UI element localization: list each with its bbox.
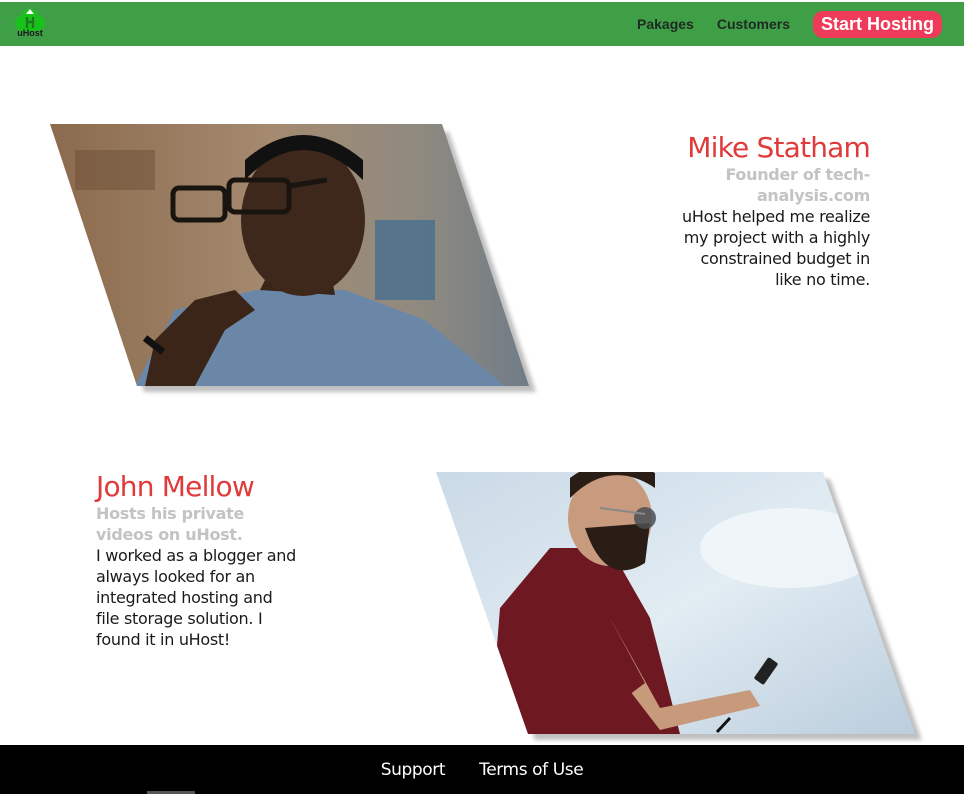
footer-link-terms[interactable]: Terms of Use: [479, 760, 584, 780]
customer-photo-john: [430, 468, 930, 743]
main-nav: Pakages Customers Start Hosting: [637, 2, 942, 46]
testimonial-role: Hosts his private videos on uHost.: [96, 504, 245, 544]
logo-text: uHost: [17, 28, 43, 38]
start-hosting-button[interactable]: Start Hosting: [812, 10, 942, 38]
testimonial-mike: Mike Statham Founder of tech-analysis.co…: [680, 131, 871, 290]
testimonial-name: Mike Statham: [687, 131, 871, 164]
testimonial-quote: uHost helped me realize my project with …: [682, 207, 870, 289]
customer-photo-mike: [45, 120, 545, 400]
testimonial-john: John Mellow Hosts his private videos on …: [96, 471, 296, 650]
main-footer: Support Terms of Use: [0, 745, 964, 794]
footer-link-support[interactable]: Support: [381, 760, 446, 780]
testimonial-role: Founder of tech-analysis.com: [725, 165, 870, 205]
nav-link-packages[interactable]: Pakages: [637, 16, 694, 32]
testimonial-quote: I worked as a blogger and always looked …: [96, 546, 296, 649]
main-header: uHost Pakages Customers Start Hosting: [0, 2, 964, 46]
testimonial-name: John Mellow: [96, 470, 255, 503]
nav-link-customers[interactable]: Customers: [717, 16, 790, 32]
